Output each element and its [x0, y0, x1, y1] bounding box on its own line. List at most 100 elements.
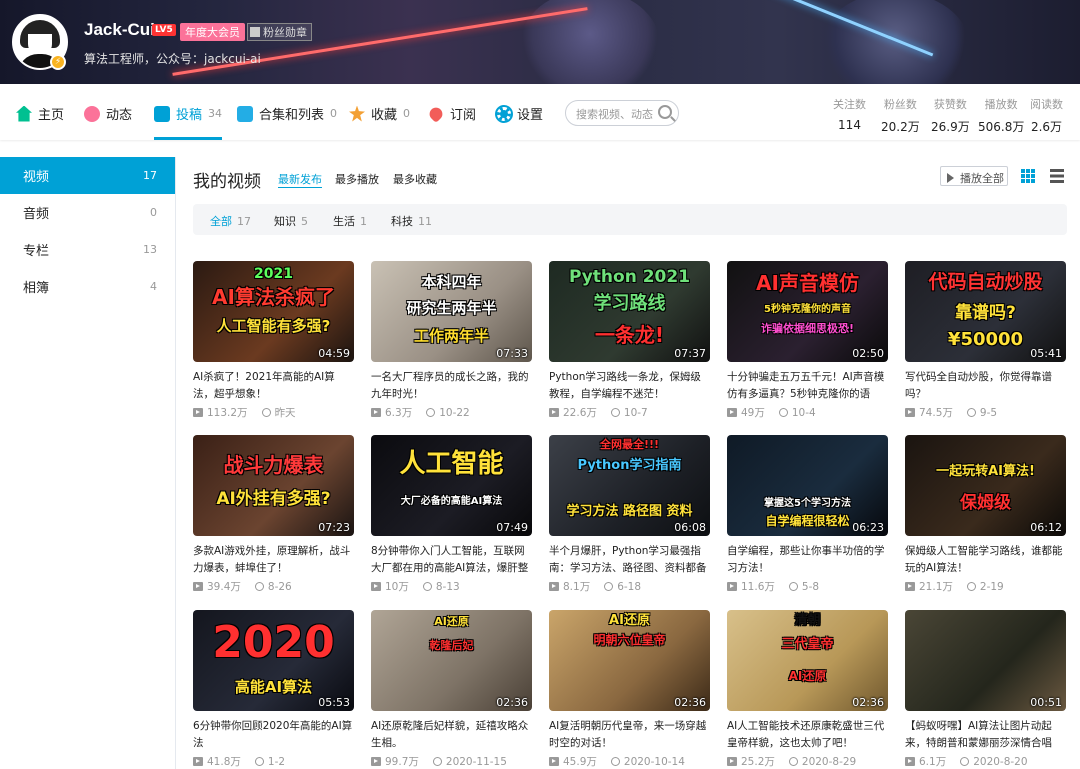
video-thumbnail[interactable]: 代码自动炒股 靠谱吗? ¥50000 05:41 — [905, 261, 1066, 362]
sidebar-item-video[interactable]: 视频 17 — [0, 157, 175, 194]
video-card[interactable]: 代码自动炒股 靠谱吗? ¥50000 05:41 写代码全自动炒股，你觉得靠谱吗？ 74.… — [905, 261, 1067, 420]
thumbnail-caption: 人工智能有多强? — [216, 317, 331, 335]
video-thumbnail[interactable]: 掌握这5个学习方法 自学编程很轻松 06:23 — [727, 435, 888, 536]
video-card[interactable]: 战斗力爆表 AI外挂有多强? 07:23 多款AI游戏外挂，原理解析，战斗力爆表，蚌埠… — [193, 435, 355, 594]
video-card[interactable]: AI还原 乾隆后妃 02:36 AI还原乾隆后妃样貌，延禧攻略众生相。 99.7万 202… — [371, 610, 533, 769]
filter-tech[interactable]: 科技 11 — [391, 213, 432, 229]
video-thumbnail[interactable]: Python 2021 学习路线 一条龙! 07:37 — [549, 261, 710, 362]
video-card[interactable]: 人工智能 大厂必备的高能AI算法 07:49 8分钟带你入门人工智能，互联网大厂都在用… — [371, 435, 533, 594]
video-title[interactable]: AI杀疯了！2021年高能的AI算法，超乎想象！ — [193, 369, 355, 403]
video-thumbnail[interactable]: 清朝 三代皇帝 AI还原 02:36 — [727, 610, 888, 711]
video-duration: 06:12 — [1030, 521, 1062, 534]
vip-badge[interactable]: 年度大会员 — [180, 23, 245, 41]
video-title[interactable]: 一名大厂程序员的成长之路，我的九年时光！ — [371, 369, 533, 403]
clock-icon — [788, 757, 798, 766]
sort-most-favorited[interactable]: 最多收藏 — [393, 171, 437, 187]
thumbnail-caption: 2020 — [212, 617, 335, 668]
thumbnail-caption: AI外挂有多强? — [216, 489, 331, 509]
video-meta: 21.1万 2-19 — [905, 579, 1067, 594]
video-duration: 07:23 — [318, 521, 350, 534]
grid-view-icon[interactable] — [1021, 169, 1035, 183]
sort-latest[interactable]: 最新发布 — [278, 171, 322, 188]
video-thumbnail[interactable]: 全网最全!!! Python学习指南 学习方法 路径图 资料 06:08 — [549, 435, 710, 536]
sidebar-item-article[interactable]: 专栏 13 — [0, 231, 175, 268]
video-card[interactable]: 2020 高能AI算法 05:53 6分钟带你回顾2020年高能的AI算法 41.8万 1… — [193, 610, 355, 769]
video-thumbnail[interactable]: 本科四年 研究生两年半 工作两年半 07:33 — [371, 261, 532, 362]
banner-illustration — [520, 0, 660, 84]
thumbnail-caption: 本科四年 — [421, 273, 482, 291]
tab-subscriptions[interactable]: 订阅 — [426, 104, 476, 123]
video-thumbnail[interactable]: 人工智能 大厂必备的高能AI算法 07:49 — [371, 435, 532, 536]
video-date: 8-26 — [267, 580, 292, 593]
video-thumbnail[interactable]: 2020 高能AI算法 05:53 — [193, 610, 354, 711]
video-card[interactable]: 一起玩转AI算法! 保姆级 06:12 保姆级人工智能学习路线，谁都能玩的AI算法！ 2… — [905, 435, 1067, 594]
video-card[interactable]: AI还原 明朝六位皇帝 02:36 AI复活明朝历代皇帝，来一场穿越时空的对话！ 45.… — [549, 610, 711, 769]
video-title[interactable]: 写代码全自动炒股，你觉得靠谱吗？ — [905, 369, 1067, 403]
clock-icon — [966, 408, 976, 417]
level-badge[interactable]: LV5 — [152, 24, 176, 36]
list-view-icon[interactable] — [1050, 169, 1064, 183]
thumbnail-caption: 保姆级 — [960, 493, 1011, 513]
tab-uploads[interactable]: 投稿 34 — [154, 104, 223, 140]
clock-icon — [788, 582, 798, 591]
video-views: 11.6万 — [741, 581, 775, 593]
fans-medal-button[interactable]: 粉丝勋章 — [247, 23, 312, 41]
play-count-icon — [371, 408, 381, 417]
video-title[interactable]: 半个月爆肝，Python学习最强指南：学习方法、路径图、资料都备齐了！ — [549, 543, 711, 577]
video-title[interactable]: 多款AI游戏外挂，原理解析，战斗力爆表，蚌埠住了！ — [193, 543, 355, 577]
video-meta: 11.6万 5-8 — [727, 579, 889, 594]
video-card[interactable]: 全网最全!!! Python学习指南 学习方法 路径图 资料 06:08 半个月爆肝，P… — [549, 435, 711, 594]
tab-home[interactable]: 主页 — [16, 104, 64, 123]
video-date: 10-4 — [791, 406, 816, 419]
video-title[interactable]: AI复活明朝历代皇帝，来一场穿越时空的对话！ — [549, 718, 711, 752]
video-thumbnail[interactable]: AI还原 乾隆后妃 02:36 — [371, 610, 532, 711]
filter-knowledge[interactable]: 知识 5 — [274, 213, 308, 229]
filter-all[interactable]: 全部 17 — [210, 213, 251, 229]
video-card[interactable]: 2021 AI算法杀疯了 人工智能有多强? 04:59 AI杀疯了！2021年高能的AI… — [193, 261, 355, 420]
video-title[interactable]: AI还原乾隆后妃样貌，延禧攻略众生相。 — [371, 718, 533, 752]
search-icon[interactable] — [658, 105, 672, 119]
video-thumbnail[interactable]: 一起玩转AI算法! 保姆级 06:12 — [905, 435, 1066, 536]
video-date: 2020-8-20 — [973, 755, 1028, 768]
video-title[interactable]: 6分钟带你回顾2020年高能的AI算法 — [193, 718, 355, 752]
banner-illustration — [820, 0, 970, 84]
video-card[interactable]: 本科四年 研究生两年半 工作两年半 07:33 一名大厂程序员的成长之路，我的九年时光！… — [371, 261, 533, 420]
video-title[interactable]: 【蚂蚁呀嘿】AI算法让图片动起来，特朗普和蒙娜丽莎深情合唱 — [905, 718, 1067, 752]
play-all-button[interactable]: 播放全部 — [940, 166, 1008, 186]
video-thumbnail[interactable]: AI声音模仿 5秒钟克隆你的声音 诈骗依据细思极恐! 02:50 — [727, 261, 888, 362]
video-card[interactable]: 清朝 三代皇帝 AI还原 02:36 AI人工智能技术还原康乾盛世三代皇帝样貌，这也太帅… — [727, 610, 889, 769]
video-title[interactable]: 自学编程，那些让你事半功倍的学习方法！ — [727, 543, 889, 577]
video-thumbnail[interactable]: AI还原 明朝六位皇帝 02:36 — [549, 610, 710, 711]
play-count-icon — [549, 408, 559, 417]
video-card[interactable]: Python 2021 学习路线 一条龙! 07:37 Python学习路线一条龙，保姆… — [549, 261, 711, 420]
video-title[interactable]: 8分钟带你入门人工智能，互联网大厂都在用的高能AI算法，爆肝整理！ — [371, 543, 533, 577]
tab-favorites[interactable]: 收藏 0 — [349, 104, 410, 123]
thumbnail-caption: 清朝 — [794, 613, 821, 628]
video-duration: 05:41 — [1030, 347, 1062, 360]
video-card[interactable]: 掌握这5个学习方法 自学编程很轻松 06:23 自学编程，那些让你事半功倍的学习方法！… — [727, 435, 889, 594]
tab-collections[interactable]: 合集和列表 0 — [237, 104, 337, 123]
sort-most-played[interactable]: 最多播放 — [335, 171, 379, 187]
video-views: 39.4万 — [207, 581, 241, 593]
video-card[interactable]: 00:51 【蚂蚁呀嘿】AI算法让图片动起来，特朗普和蒙娜丽莎深情合唱 6.1万 20… — [905, 610, 1067, 769]
tab-settings[interactable]: 设置 — [495, 104, 543, 123]
thumbnail-caption: 学习路线 — [593, 293, 666, 314]
stat-followers[interactable]: 粉丝数 20.2万 — [881, 96, 920, 135]
thumbnail-caption: Python学习指南 — [577, 458, 682, 473]
sidebar-item-audio[interactable]: 音频 0 — [0, 194, 175, 231]
sidebar-divider — [175, 157, 176, 769]
video-thumbnail[interactable]: 战斗力爆表 AI外挂有多强? 07:23 — [193, 435, 354, 536]
video-title[interactable]: Python学习路线一条龙，保姆级教程，自学编程不迷茫！ — [549, 369, 711, 403]
video-thumbnail[interactable]: 00:51 — [905, 610, 1066, 711]
video-title[interactable]: 十分钟骗走五万五千元！AI声音模仿有多逼真？5秒钟克隆你的语音！ — [727, 369, 889, 403]
filter-life[interactable]: 生活 1 — [333, 213, 367, 229]
sidebar-item-album[interactable]: 相簿 4 — [0, 268, 175, 305]
video-card[interactable]: AI声音模仿 5秒钟克隆你的声音 诈骗依据细思极恐! 02:50 十分钟骗走五万五千元！… — [727, 261, 889, 420]
video-thumbnail[interactable]: 2021 AI算法杀疯了 人工智能有多强? 04:59 — [193, 261, 354, 362]
username: Jack-Cui — [84, 20, 155, 39]
search-input[interactable]: 搜索视频、动态 — [565, 100, 679, 126]
stat-following[interactable]: 关注数 114 — [833, 96, 866, 132]
video-title[interactable]: AI人工智能技术还原康乾盛世三代皇帝样貌，这也太帅了吧！ — [727, 718, 889, 752]
tab-dynamic[interactable]: 动态 — [84, 104, 132, 123]
video-title[interactable]: 保姆级人工智能学习路线，谁都能玩的AI算法！ — [905, 543, 1067, 577]
